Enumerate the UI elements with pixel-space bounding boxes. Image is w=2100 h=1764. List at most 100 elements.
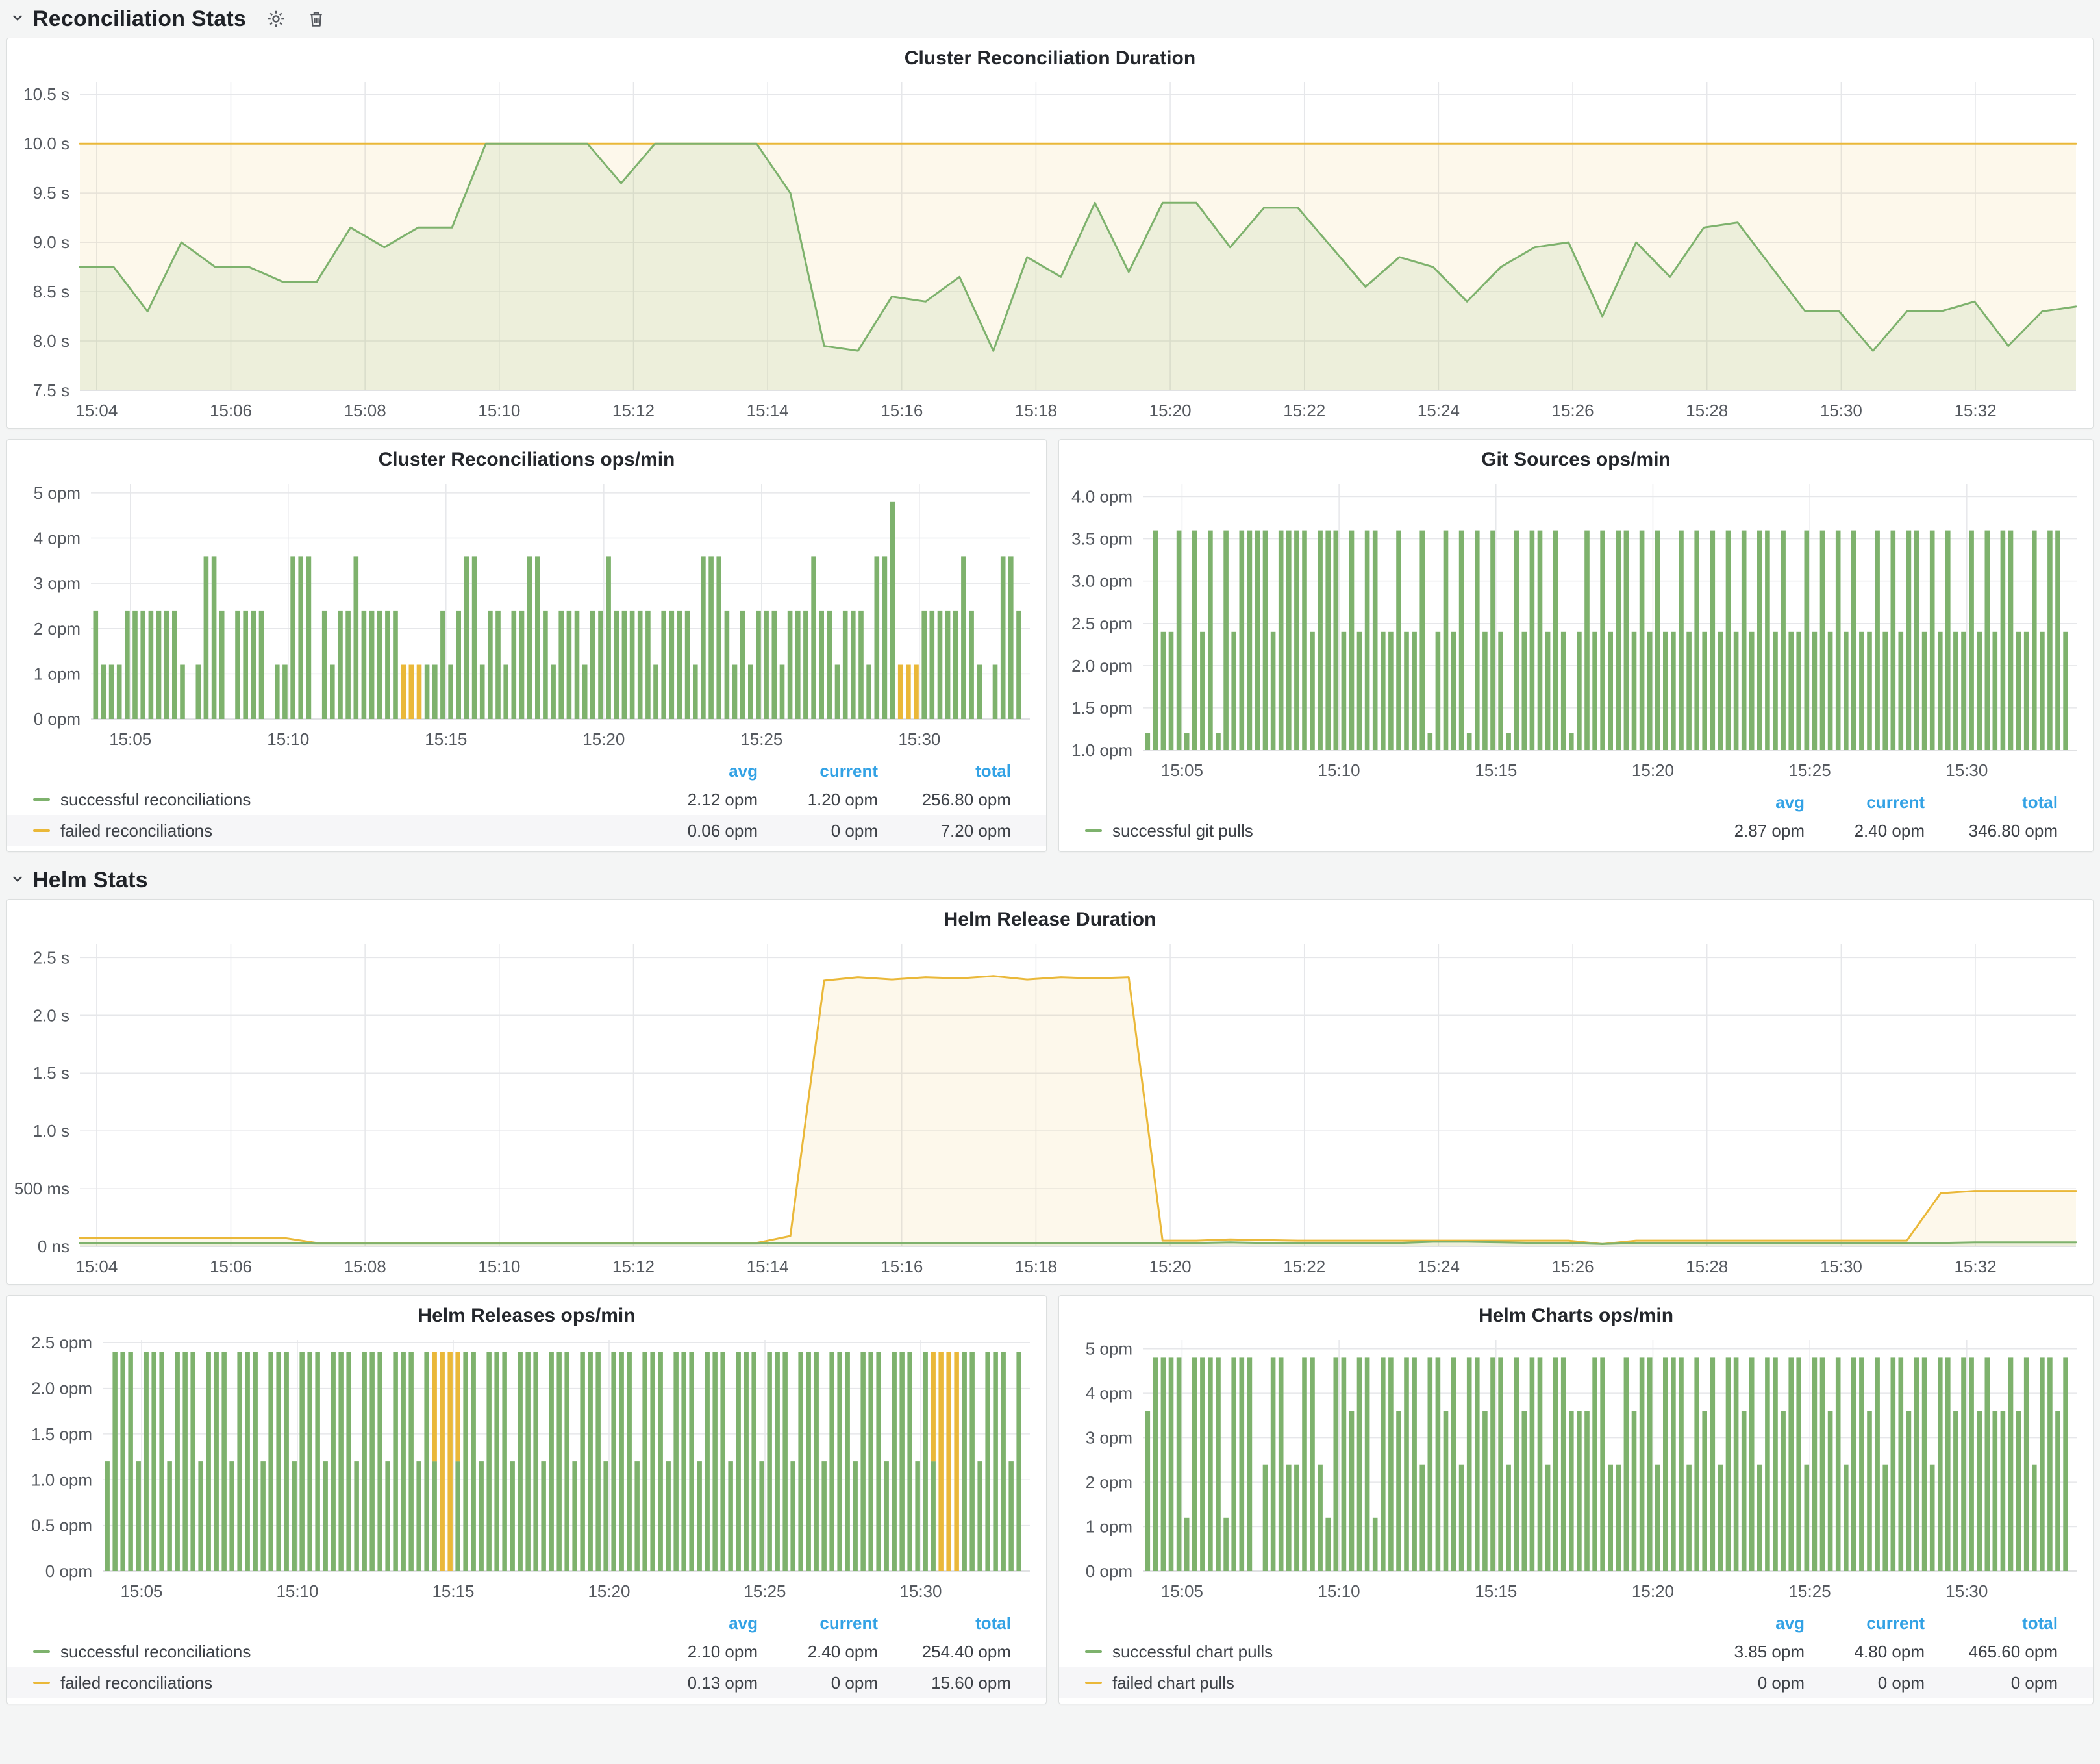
- legend-cluster-reconciliations: avgcurrenttotalsuccessful reconciliation…: [7, 757, 1046, 851]
- trash-icon[interactable]: [305, 7, 328, 31]
- svg-text:15:26: 15:26: [1552, 401, 1594, 420]
- svg-text:15:20: 15:20: [1149, 401, 1192, 420]
- svg-text:0 opm: 0 opm: [45, 1561, 92, 1581]
- panel-title: Cluster Reconciliation Duration: [7, 38, 2093, 72]
- legend-row[interactable]: failed reconciliations0.13 opm0 opm15.60…: [7, 1667, 1046, 1698]
- svg-text:1.0 opm: 1.0 opm: [31, 1470, 92, 1489]
- svg-text:15:25: 15:25: [1789, 761, 1831, 780]
- svg-text:15:20: 15:20: [1632, 761, 1674, 780]
- legend-header-avg[interactable]: avg: [1694, 792, 1805, 813]
- helm-release-duration-chart[interactable]: 0 ns500 ms1.0 s1.5 s2.0 s2.5 s15:0415:06…: [12, 933, 2088, 1284]
- legend-row[interactable]: failed chart pulls0 opm0 opm0 opm: [1059, 1667, 2093, 1698]
- legend-total-value: 256.80 opm: [878, 790, 1011, 810]
- svg-text:15:32: 15:32: [1954, 1257, 1996, 1276]
- svg-text:15:08: 15:08: [344, 401, 386, 420]
- svg-text:3.5 opm: 3.5 opm: [1071, 529, 1132, 549]
- svg-text:9.5 s: 9.5 s: [33, 183, 69, 203]
- legend-row[interactable]: successful reconciliations2.10 opm2.40 o…: [7, 1636, 1046, 1667]
- gear-icon[interactable]: [264, 7, 288, 31]
- legend-total-value: 346.80 opm: [1925, 821, 2058, 841]
- legend-current-value: 0 opm: [758, 821, 878, 841]
- legend-header: avgcurrenttotal: [7, 1610, 1046, 1636]
- git-sources-ops-chart[interactable]: 1.0 opm1.5 opm2.0 opm2.5 opm3.0 opm3.5 o…: [1064, 473, 2088, 788]
- legend-avg-value: 0 opm: [1694, 1673, 1805, 1693]
- legend-header-avg[interactable]: avg: [647, 761, 758, 781]
- legend-total-value: 7.20 opm: [878, 821, 1011, 841]
- legend-header-total[interactable]: total: [1925, 792, 2058, 813]
- svg-text:15:30: 15:30: [899, 1581, 942, 1601]
- series-color-dash-icon: [1085, 1682, 1102, 1684]
- chevron-down-icon: [9, 870, 26, 890]
- legend-header-avg[interactable]: avg: [647, 1613, 758, 1633]
- svg-text:15:25: 15:25: [1789, 1581, 1831, 1601]
- svg-text:2.0 s: 2.0 s: [33, 1005, 69, 1025]
- legend-header-current[interactable]: current: [1805, 1613, 1925, 1633]
- helm-releases-ops-chart[interactable]: 0 opm0.5 opm1.0 opm1.5 opm2.0 opm2.5 opm…: [12, 1329, 1042, 1609]
- legend-row[interactable]: successful chart pulls3.85 opm4.80 opm46…: [1059, 1636, 2093, 1667]
- legend-row[interactable]: failed reconciliations0.06 opm0 opm7.20 …: [7, 815, 1046, 846]
- legend-header-total[interactable]: total: [878, 1613, 1011, 1633]
- row-helm-ops-charts: Helm Releases ops/min 0 opm0.5 opm1.0 op…: [6, 1295, 2094, 1704]
- svg-text:1 opm: 1 opm: [1086, 1517, 1132, 1537]
- svg-text:0 ns: 0 ns: [38, 1237, 69, 1256]
- svg-text:3 opm: 3 opm: [34, 573, 81, 593]
- svg-text:15:16: 15:16: [881, 1257, 923, 1276]
- cluster-reconciliation-duration-chart[interactable]: 7.5 s8.0 s8.5 s9.0 s9.5 s10.0 s10.5 s15:…: [12, 72, 2088, 428]
- svg-text:2.0 opm: 2.0 opm: [1071, 656, 1132, 675]
- legend-helm-charts: avgcurrenttotal successful chart pulls3.8…: [1059, 1609, 2093, 1704]
- svg-text:15:06: 15:06: [210, 401, 252, 420]
- legend-avg-value: 2.10 opm: [647, 1642, 758, 1662]
- legend-header-current[interactable]: current: [758, 761, 878, 781]
- svg-text:2.0 opm: 2.0 opm: [31, 1379, 92, 1398]
- series-color-dash-icon: [33, 1682, 50, 1684]
- svg-text:15:26: 15:26: [1552, 1257, 1594, 1276]
- svg-text:4 opm: 4 opm: [1086, 1383, 1132, 1403]
- panel-title: Helm Release Duration: [7, 900, 2093, 933]
- legend-series-label: failed reconciliations: [60, 1673, 647, 1693]
- legend-avg-value: 2.12 opm: [647, 790, 758, 810]
- svg-text:15:04: 15:04: [75, 1257, 118, 1276]
- svg-text:0 opm: 0 opm: [1086, 1561, 1132, 1581]
- legend-total-value: 254.40 opm: [878, 1642, 1011, 1662]
- svg-text:15:12: 15:12: [612, 401, 655, 420]
- legend-header-current[interactable]: current: [1805, 792, 1925, 813]
- legend-header-total[interactable]: total: [1925, 1613, 2058, 1633]
- panel-helm-release-duration: Helm Release Duration 0 ns500 ms1.0 s1.5…: [6, 899, 2094, 1285]
- legend-series-label: successful reconciliations: [60, 790, 647, 810]
- svg-text:15:15: 15:15: [1475, 1581, 1517, 1601]
- section-toggle-reconciliation-stats[interactable]: Reconciliation Stats: [9, 6, 246, 32]
- panel-helm-releases-ops: Helm Releases ops/min 0 opm0.5 opm1.0 op…: [6, 1295, 1047, 1704]
- svg-text:15:25: 15:25: [744, 1581, 786, 1601]
- dashboard: Reconciliation Stats Cluster Reconciliat…: [0, 0, 2100, 1704]
- svg-text:15:30: 15:30: [1820, 401, 1862, 420]
- legend-header-avg[interactable]: avg: [1694, 1613, 1805, 1633]
- svg-text:15:14: 15:14: [747, 401, 789, 420]
- legend-git-sources: avgcurrenttotalsuccessful git pulls2.87 …: [1059, 788, 2093, 851]
- legend-current-value: 4.80 opm: [1805, 1642, 1925, 1662]
- svg-text:15:15: 15:15: [1475, 761, 1517, 780]
- legend-series-label: successful git pulls: [1112, 821, 1694, 841]
- panel-cluster-reconciliations-ops: Cluster Reconciliations ops/min 0 opm1 o…: [6, 439, 1047, 852]
- helm-charts-ops-chart[interactable]: 0 opm1 opm2 opm3 opm4 opm5 opm15:0515:10…: [1064, 1329, 2088, 1609]
- legend-total-value: 465.60 opm: [1925, 1642, 2058, 1662]
- legend-series-label: failed reconciliations: [60, 821, 647, 841]
- svg-text:15:28: 15:28: [1686, 1257, 1728, 1276]
- svg-text:15:10: 15:10: [1318, 761, 1360, 780]
- section-toggle-helm-stats[interactable]: Helm Stats: [9, 868, 148, 893]
- svg-text:15:22: 15:22: [1283, 401, 1325, 420]
- series-color-dash-icon: [1085, 1650, 1102, 1653]
- legend-row[interactable]: successful git pulls2.87 opm2.40 opm346.…: [1059, 815, 2093, 846]
- panel-title: Cluster Reconciliations ops/min: [7, 440, 1046, 473]
- legend-helm-releases: avgcurrenttotalsuccessful reconciliation…: [7, 1609, 1046, 1704]
- svg-text:15:22: 15:22: [1283, 1257, 1325, 1276]
- legend-row[interactable]: successful reconciliations2.12 opm1.20 o…: [7, 784, 1046, 815]
- legend-avg-value: 2.87 opm: [1694, 821, 1805, 841]
- legend-header: avgcurrenttotal: [7, 758, 1046, 784]
- legend-header-total[interactable]: total: [878, 761, 1011, 781]
- svg-text:5 opm: 5 opm: [1086, 1339, 1132, 1359]
- legend-series-label: successful reconciliations: [60, 1642, 647, 1662]
- legend-header-current[interactable]: current: [758, 1613, 878, 1633]
- svg-text:1.5 opm: 1.5 opm: [1071, 698, 1132, 718]
- svg-text:3.0 opm: 3.0 opm: [1071, 572, 1132, 591]
- cluster-reconciliations-ops-chart[interactable]: 0 opm1 opm2 opm3 opm4 opm5 opm15:0515:10…: [12, 473, 1042, 757]
